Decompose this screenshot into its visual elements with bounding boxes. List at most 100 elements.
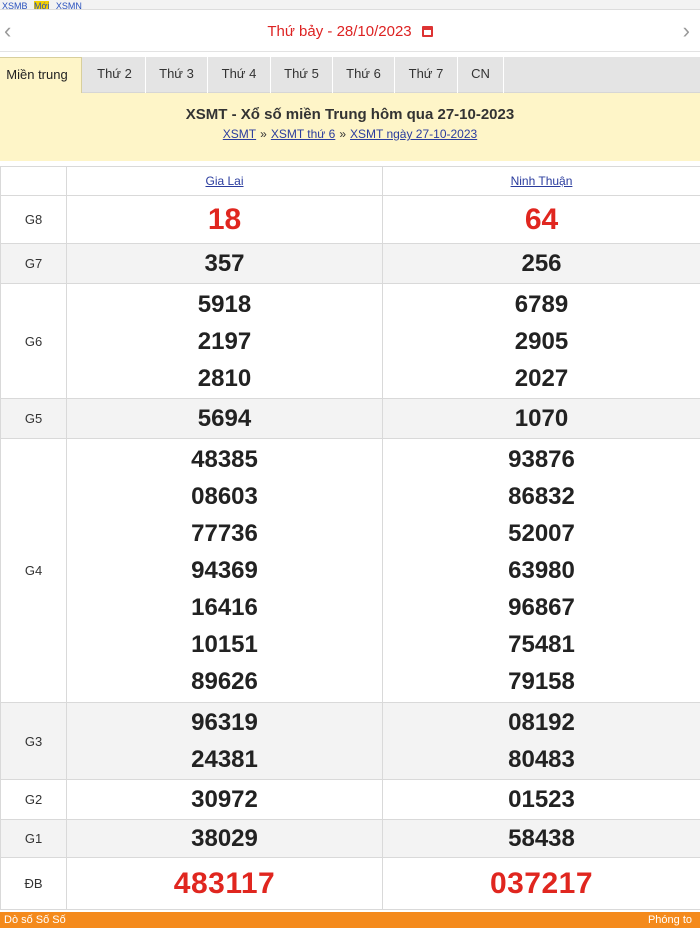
result-number: 64 bbox=[524, 203, 559, 236]
date-bar: ‹ Thứ bảy - 28/10/2023 › bbox=[0, 12, 700, 52]
new-badge: Mới bbox=[33, 1, 50, 10]
result-number: 357 bbox=[204, 250, 245, 277]
result-number: 86832 bbox=[508, 483, 575, 510]
prize-cell: 5694 bbox=[66, 398, 383, 439]
result-number: 63980 bbox=[508, 557, 575, 584]
result-number: 52007 bbox=[508, 520, 575, 547]
prize-cell: 483117 bbox=[66, 857, 383, 910]
tab-mien-trung[interactable]: Miền trung bbox=[0, 57, 82, 94]
prize-label: G7 bbox=[0, 243, 67, 284]
result-number: 24381 bbox=[191, 746, 258, 773]
prize-label: G3 bbox=[0, 702, 67, 780]
result-number: 2027 bbox=[514, 364, 569, 392]
tab-cn[interactable]: CN bbox=[458, 57, 504, 93]
prize-label: G1 bbox=[0, 819, 67, 858]
prize-cell: 037217 bbox=[382, 857, 700, 910]
prize-label: G4 bbox=[0, 438, 67, 703]
tab-thu-3[interactable]: Thứ 3 bbox=[146, 57, 208, 93]
result-number: 79158 bbox=[508, 668, 575, 695]
result-number: 96319 bbox=[191, 709, 258, 736]
result-number: 08603 bbox=[191, 483, 258, 510]
prize-label: G6 bbox=[0, 283, 67, 399]
zoom-button[interactable]: Phóng to bbox=[648, 914, 692, 926]
result-number: 93876 bbox=[508, 446, 575, 473]
prize-row: G3 96319 24381 08192 80483 bbox=[0, 702, 700, 780]
prize-row: G1 38029 58438 bbox=[0, 819, 700, 858]
region-tabs: Miền trung Thứ 2 Thứ 3 Thứ 4 Thứ 5 Thứ 6… bbox=[0, 57, 700, 94]
tab-thu-5[interactable]: Thứ 5 bbox=[271, 57, 333, 93]
prize-cell: 01523 bbox=[382, 779, 700, 820]
province-header: Gia Lai bbox=[66, 166, 383, 196]
prize-row: G2 30972 01523 bbox=[0, 779, 700, 820]
prize-cell: 357 bbox=[66, 243, 383, 284]
result-number: 5694 bbox=[197, 405, 252, 432]
page-title: XSMT - Xổ số miền Trung hôm qua 27-10-20… bbox=[185, 106, 515, 123]
breadcrumb-separator: » bbox=[260, 127, 267, 141]
result-number: 75481 bbox=[508, 631, 575, 658]
prize-cell: 64 bbox=[382, 195, 700, 244]
prize-row: ĐB 483117 037217 bbox=[0, 857, 700, 910]
tab-thu-6[interactable]: Thứ 6 bbox=[333, 57, 395, 93]
top-link-xsmn[interactable]: XSMN bbox=[56, 1, 82, 9]
tab-thu-4[interactable]: Thứ 4 bbox=[208, 57, 271, 93]
prize-label: ĐB bbox=[0, 857, 67, 910]
result-number: 30972 bbox=[191, 786, 258, 813]
result-number: 483117 bbox=[173, 867, 276, 900]
prize-cell: 1070 bbox=[382, 398, 700, 439]
date-text: Thứ bảy - 28/10/2023 bbox=[267, 23, 412, 40]
result-number: 037217 bbox=[489, 867, 594, 900]
prize-row: G8 18 64 bbox=[0, 195, 700, 244]
prize-cell: 93876 86832 52007 63980 96867 75481 79158 bbox=[382, 438, 700, 703]
result-number: 16416 bbox=[191, 594, 258, 621]
province-link-gia-lai[interactable]: Gia Lai bbox=[205, 174, 243, 188]
prize-header bbox=[0, 166, 67, 196]
results-table: Gia Lai Ninh Thuận G8 18 64 G7 357 256 G6 5918 2… bbox=[0, 166, 700, 910]
result-number: 2197 bbox=[197, 327, 252, 355]
result-number: 10151 bbox=[191, 631, 258, 658]
prize-cell: 18 bbox=[66, 195, 383, 244]
top-strip: XSMB Mới XSMN bbox=[0, 0, 700, 10]
tab-thu-7[interactable]: Thứ 7 bbox=[395, 57, 458, 93]
prize-cell: 256 bbox=[382, 243, 700, 284]
breadcrumb: XSMT» XSMT thứ 6» XSMT ngày 27-10-2023 bbox=[0, 127, 700, 141]
prize-cell: 48385 08603 77736 94369 16416 10151 89626 bbox=[66, 438, 383, 703]
footer-toolbar: Dò số Số Số Phóng to bbox=[0, 912, 700, 928]
result-number: 5918 bbox=[197, 290, 252, 318]
result-number: 38029 bbox=[191, 825, 258, 852]
result-number: 48385 bbox=[191, 446, 258, 473]
prize-cell: 38029 bbox=[66, 819, 383, 858]
result-number: 6789 bbox=[514, 290, 569, 318]
province-header: Ninh Thuận bbox=[382, 166, 700, 196]
top-link-xsmb[interactable]: XSMB bbox=[2, 1, 28, 9]
prize-label: G8 bbox=[0, 195, 67, 244]
prize-row: G5 5694 1070 bbox=[0, 398, 700, 439]
footer-tools[interactable]: Dò số Số Số bbox=[4, 914, 66, 926]
next-day-button[interactable]: › bbox=[683, 20, 690, 42]
result-number: 2810 bbox=[197, 364, 252, 392]
result-number: 80483 bbox=[508, 746, 575, 773]
breadcrumb-separator: » bbox=[339, 127, 346, 141]
result-number: 96867 bbox=[508, 594, 575, 621]
result-number: 01523 bbox=[508, 786, 575, 813]
result-banner: XSMT - Xổ số miền Trung hôm qua 27-10-20… bbox=[0, 93, 700, 161]
province-link-ninh-thuan[interactable]: Ninh Thuận bbox=[511, 174, 573, 188]
result-number: 89626 bbox=[191, 668, 258, 695]
calendar-icon[interactable] bbox=[421, 26, 433, 37]
breadcrumb-xsmt-date[interactable]: XSMT ngày 27-10-2023 bbox=[350, 127, 477, 141]
prize-cell: 96319 24381 bbox=[66, 702, 383, 780]
prize-cell: 6789 2905 2027 bbox=[382, 283, 700, 399]
current-date[interactable]: Thứ bảy - 28/10/2023 bbox=[0, 23, 700, 40]
province-header-row: Gia Lai Ninh Thuận bbox=[0, 166, 700, 196]
breadcrumb-xsmt[interactable]: XSMT bbox=[223, 127, 256, 141]
breadcrumb-xsmt-thu-6[interactable]: XSMT thứ 6 bbox=[271, 127, 336, 141]
result-number: 94369 bbox=[191, 557, 258, 584]
result-number: 58438 bbox=[508, 825, 575, 852]
prize-cell: 30972 bbox=[66, 779, 383, 820]
prize-row: G7 357 256 bbox=[0, 243, 700, 284]
prize-label: G2 bbox=[0, 779, 67, 820]
result-number: 256 bbox=[521, 250, 562, 277]
result-number: 77736 bbox=[191, 520, 258, 547]
tab-thu-2[interactable]: Thứ 2 bbox=[84, 57, 146, 93]
prize-cell: 08192 80483 bbox=[382, 702, 700, 780]
result-number: 1070 bbox=[514, 405, 569, 432]
